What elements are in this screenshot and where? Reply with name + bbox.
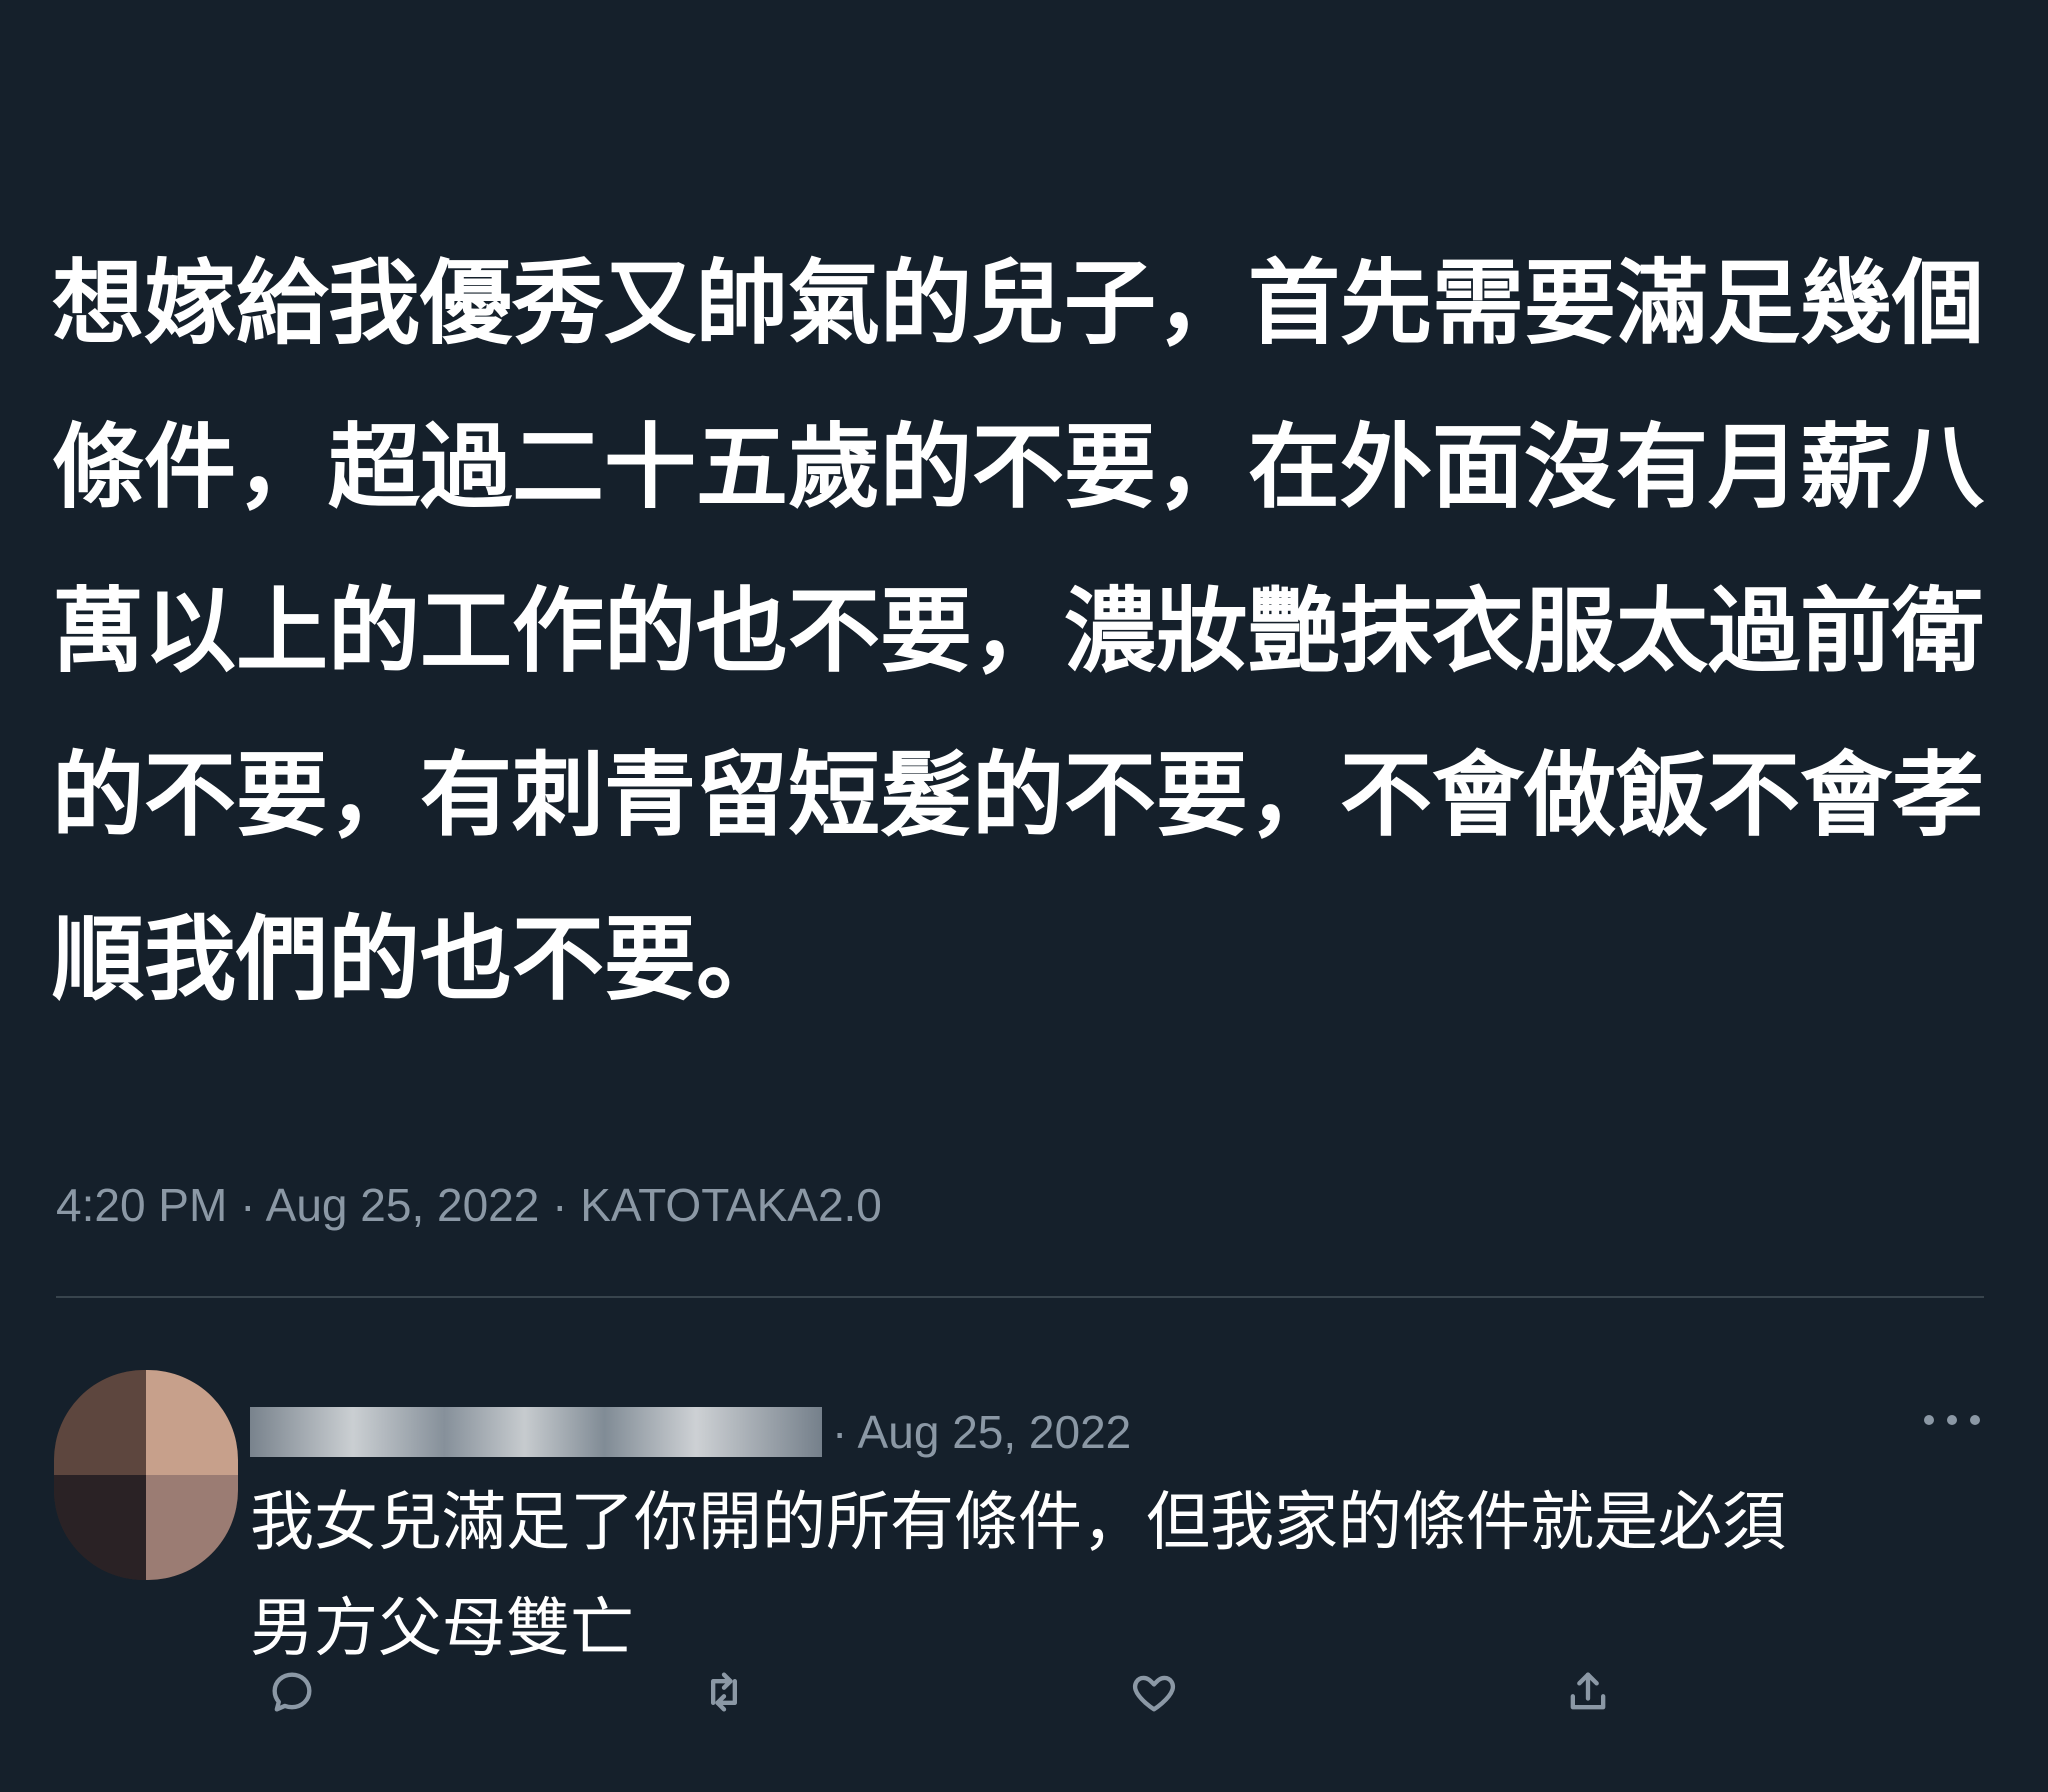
reply-actions <box>262 1662 1712 1726</box>
reply-icon[interactable] <box>262 1662 322 1722</box>
reply-avatar[interactable] <box>54 1370 238 1580</box>
tweet-line-2: 條件，超過二十五歲的不要，在外面沒有月薪八 <box>52 414 1985 521</box>
tweet-line-5: 順我們的也不要。 <box>52 906 789 1013</box>
more-icon[interactable] <box>1924 1404 1980 1436</box>
more-dot <box>1924 1415 1934 1425</box>
more-dot <box>1970 1415 1980 1425</box>
avatar-pixel <box>146 1475 238 1580</box>
share-icon[interactable] <box>1558 1662 1618 1722</box>
more-dot <box>1947 1415 1957 1425</box>
avatar-pixel <box>54 1475 146 1580</box>
reply-text: 我女兒滿足了你開的所有條件，但我家的條件就是必須 男方父母雙亡 <box>250 1470 1980 1682</box>
tweet-meta[interactable]: 4:20 PM · Aug 25, 2022 · KATOTAKA2.0 <box>56 1178 882 1232</box>
reply-line-1: 我女兒滿足了你開的所有條件，但我家的條件就是必須 <box>250 1486 1786 1560</box>
tweet-line-3: 萬以上的工作的也不要，濃妝艷抹衣服太過前衛 <box>52 578 1985 685</box>
redacted-username[interactable] <box>250 1407 822 1457</box>
avatar-pixel <box>54 1370 146 1475</box>
tweet-line-4: 的不要，有刺青留短髮的不要，不會做飯不會孝 <box>52 742 1985 849</box>
avatar-pixel <box>146 1370 238 1475</box>
divider <box>56 1296 1984 1298</box>
tweet-text: 想嫁給我優秀又帥氣的兒子，首先需要滿足幾個 條件，超過二十五歲的不要，在外面沒有… <box>52 222 1985 1042</box>
reply-date[interactable]: · Aug 25, 2022 <box>832 1405 1131 1459</box>
reply-header: · Aug 25, 2022 <box>250 1402 1131 1462</box>
heart-icon[interactable] <box>1124 1662 1184 1722</box>
retweet-icon[interactable] <box>694 1662 754 1722</box>
tweet-line-1: 想嫁給我優秀又帥氣的兒子，首先需要滿足幾個 <box>52 250 1985 357</box>
